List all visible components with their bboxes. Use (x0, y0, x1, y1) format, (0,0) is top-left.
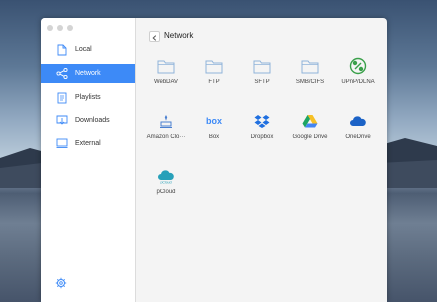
sidebar-item-network[interactable]: Network (41, 64, 135, 83)
service-label: FTP (208, 79, 220, 85)
folder-icon (142, 56, 190, 76)
minimize-window-button[interactable] (57, 25, 63, 31)
service-box[interactable]: box Box (190, 111, 238, 140)
svg-text:pCloud: pCloud (160, 181, 171, 185)
service-upnp-dlna[interactable]: UPnP/DLNA (334, 56, 382, 85)
zoom-window-button[interactable] (67, 25, 73, 31)
sidebar-item-label: Downloads (75, 117, 110, 124)
service-label: SMB/CIFS (295, 79, 325, 85)
service-label: SFTP (254, 79, 270, 85)
network-share-icon (51, 68, 73, 79)
box-icon: box (190, 111, 238, 131)
service-label: pCloud (156, 189, 176, 195)
svg-text:box: box (206, 116, 222, 126)
file-icon (51, 44, 73, 56)
sidebar-item-playlists[interactable]: Playlists (41, 88, 135, 107)
service-label: WebDAV (153, 79, 179, 85)
sidebar-item-label: External (75, 140, 101, 147)
service-pcloud[interactable]: pCloud pCloud (142, 166, 190, 195)
chevron-left-icon (152, 28, 157, 46)
service-label: UPnP/DLNA (341, 79, 375, 85)
pcloud-icon: pCloud (142, 166, 190, 186)
download-icon (51, 115, 73, 126)
sidebar-item-external[interactable]: External (41, 134, 135, 153)
service-ftp[interactable]: FTP (190, 56, 238, 85)
external-drive-icon (51, 138, 73, 149)
window-controls (47, 25, 73, 31)
service-label: Dropbox (250, 134, 274, 140)
upnp-icon (334, 56, 382, 76)
sidebar-item-local[interactable]: Local (41, 40, 135, 59)
service-google-drive[interactable]: Google Drive (286, 111, 334, 140)
folder-icon (238, 56, 286, 76)
service-label: Box (208, 134, 220, 140)
main-panel: Network WebDAV FTP SFTP SMB/CIFS UPnP/DL… (136, 18, 387, 302)
service-label: Amazon Clo··· (146, 134, 186, 140)
sidebar-item-label: Network (75, 70, 101, 77)
service-label: Google Drive (292, 134, 328, 140)
service-dropbox[interactable]: Dropbox (238, 111, 286, 140)
app-window: Local Network Playlists Downloads Extern (41, 18, 387, 302)
dropbox-icon (238, 111, 286, 131)
sidebar-item-label: Playlists (75, 94, 101, 101)
service-label: OneDrive (345, 134, 371, 140)
onedrive-icon (334, 111, 382, 131)
google-drive-icon (286, 111, 334, 131)
service-amazon-cloud[interactable]: Amazon Clo··· (142, 111, 190, 140)
amazon-cloud-icon (142, 111, 190, 131)
sidebar-item-downloads[interactable]: Downloads (41, 111, 135, 130)
sidebar: Local Network Playlists Downloads Extern (41, 18, 136, 302)
service-webdav[interactable]: WebDAV (142, 56, 190, 85)
back-button[interactable] (149, 31, 160, 42)
service-onedrive[interactable]: OneDrive (334, 111, 382, 140)
service-smb-cifs[interactable]: SMB/CIFS (286, 56, 334, 85)
sidebar-item-label: Local (75, 46, 92, 53)
folder-icon (190, 56, 238, 76)
playlist-icon (51, 92, 73, 104)
service-sftp[interactable]: SFTP (238, 56, 286, 85)
page-title: Network (164, 31, 194, 40)
settings-button[interactable] (55, 276, 67, 294)
gear-icon (55, 276, 67, 293)
close-window-button[interactable] (47, 25, 53, 31)
folder-icon (286, 56, 334, 76)
